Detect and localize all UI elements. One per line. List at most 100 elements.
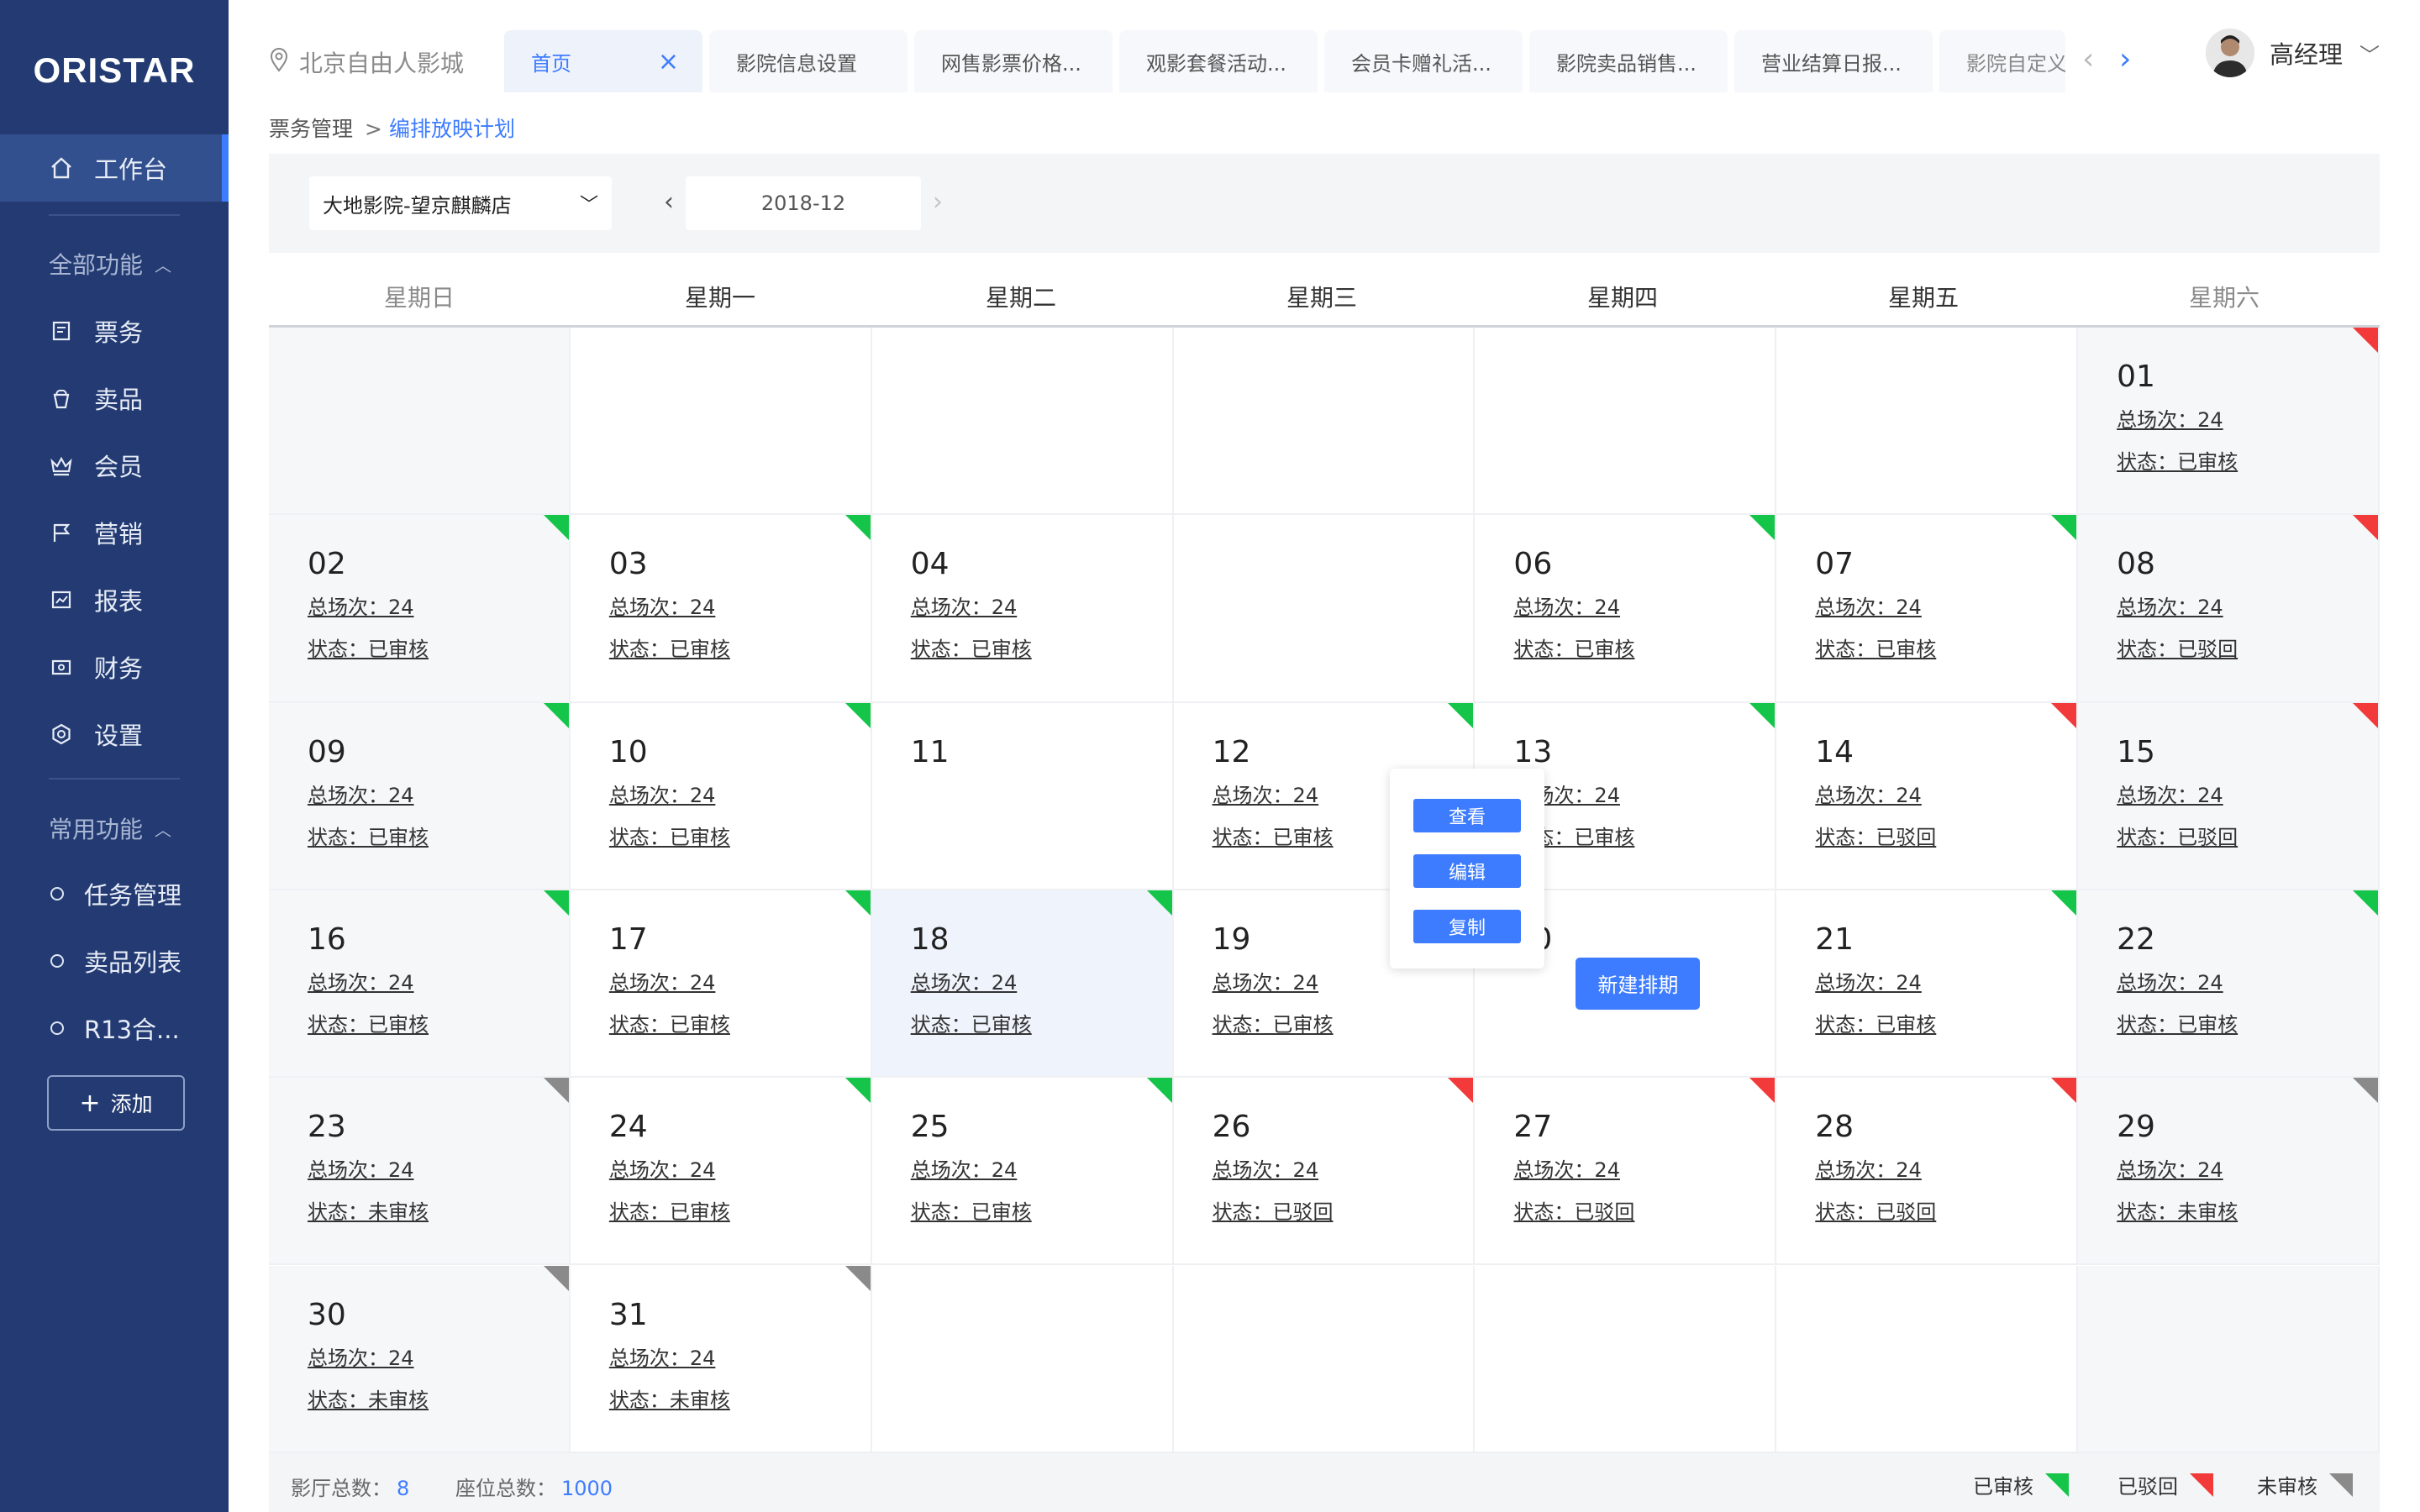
total-sessions-link[interactable]: 总场次：24 bbox=[1815, 779, 1922, 808]
total-sessions-link[interactable]: 总场次：24 bbox=[911, 591, 1018, 620]
total-sessions-link[interactable]: 总场次：24 bbox=[1815, 1153, 1922, 1183]
status-link[interactable]: 状态：已审核 bbox=[911, 1008, 1032, 1037]
status-link[interactable]: 状态：已审核 bbox=[911, 633, 1032, 662]
status-link[interactable]: 状态：已审核 bbox=[911, 1195, 1032, 1225]
calendar-day-cell[interactable] bbox=[1475, 1265, 1777, 1453]
calendar-day-cell[interactable] bbox=[570, 328, 872, 516]
calendar-day-cell[interactable] bbox=[1173, 515, 1476, 703]
sidebar-item-workbench[interactable]: 工作台 bbox=[0, 134, 229, 202]
total-sessions-link[interactable]: 总场次：24 bbox=[1513, 1153, 1620, 1183]
cinema-location[interactable]: 北京自由人影城 bbox=[269, 45, 464, 79]
calendar-day-cell[interactable] bbox=[1776, 1265, 2079, 1453]
tab-package-activity[interactable]: 观影套餐活动... bbox=[1119, 30, 1318, 92]
calendar-day-cell[interactable]: 04 总场次：24 状态：已审核 bbox=[871, 515, 1174, 703]
calendar-day-cell[interactable]: 02 总场次：24 状态：已审核 bbox=[269, 515, 571, 703]
calendar-day-cell[interactable] bbox=[1776, 328, 2079, 516]
calendar-day-cell[interactable]: 15 总场次：24 状态：已驳回 bbox=[2078, 702, 2380, 890]
calendar-day-cell[interactable] bbox=[1173, 328, 1476, 516]
tab-daily-report[interactable]: 营业结算日报... bbox=[1734, 30, 1933, 92]
status-link[interactable]: 状态：已驳回 bbox=[2117, 633, 2238, 662]
tab-online-price[interactable]: 网售影票价格... bbox=[914, 30, 1113, 92]
calendar-day-cell[interactable]: 07 总场次：24 状态：已审核 bbox=[1776, 515, 2079, 703]
calendar-day-cell[interactable] bbox=[269, 328, 571, 516]
new-schedule-button[interactable]: 新建排期 bbox=[1576, 957, 1701, 1010]
close-icon[interactable]: × bbox=[658, 47, 679, 76]
sidebar-group-common-functions[interactable]: 常用功能 ︿ bbox=[49, 811, 171, 845]
copy-button[interactable]: 复制 bbox=[1413, 910, 1521, 943]
view-button[interactable]: 查看 bbox=[1413, 799, 1521, 832]
total-sessions-link[interactable]: 总场次：24 bbox=[1213, 779, 1319, 808]
total-sessions-link[interactable]: 总场次：24 bbox=[609, 966, 716, 995]
status-link[interactable]: 状态：未审核 bbox=[308, 1195, 429, 1225]
status-link[interactable]: 状态：已驳回 bbox=[1213, 1195, 1334, 1225]
status-link[interactable]: 状态：已审核 bbox=[1213, 821, 1334, 850]
status-link[interactable]: 状态：已审核 bbox=[609, 1195, 730, 1225]
tab-goods-sales[interactable]: 影院卖品销售... bbox=[1529, 30, 1728, 92]
status-link[interactable]: 状态：未审核 bbox=[2117, 1195, 2238, 1225]
status-link[interactable]: 状态：已审核 bbox=[308, 1008, 429, 1037]
sidebar-item-settings[interactable]: 设置 bbox=[0, 701, 229, 768]
sidebar-item-finance[interactable]: 财务 bbox=[0, 633, 229, 701]
calendar-day-cell[interactable]: 31 总场次：24 状态：未审核 bbox=[570, 1265, 872, 1453]
total-sessions-link[interactable]: 总场次：24 bbox=[1513, 591, 1620, 620]
status-link[interactable]: 状态：已驳回 bbox=[2117, 821, 2238, 850]
total-sessions-link[interactable]: 总场次：24 bbox=[308, 591, 414, 620]
calendar-day-cell[interactable]: 14 总场次：24 状态：已驳回 bbox=[1776, 702, 2079, 890]
sidebar-item-task-management[interactable]: 任务管理 bbox=[0, 860, 229, 927]
calendar-day-cell[interactable]: 09 总场次：24 状态：已审核 bbox=[269, 702, 571, 890]
prev-month-button[interactable]: ‹ bbox=[664, 187, 674, 217]
sidebar-item-member[interactable]: 会员 bbox=[0, 432, 229, 499]
status-link[interactable]: 状态：已审核 bbox=[1815, 633, 1936, 662]
total-sessions-link[interactable]: 总场次：24 bbox=[2117, 966, 2223, 995]
total-sessions-link[interactable]: 总场次：24 bbox=[2117, 1153, 2223, 1183]
total-sessions-link[interactable]: 总场次：24 bbox=[609, 1153, 716, 1183]
edit-button[interactable]: 编辑 bbox=[1413, 854, 1521, 888]
calendar-day-cell[interactable]: 25 总场次：24 状态：已审核 bbox=[871, 1078, 1174, 1266]
status-link[interactable]: 状态：已审核 bbox=[308, 633, 429, 662]
calendar-day-cell[interactable] bbox=[1173, 1265, 1476, 1453]
sidebar-item-reports[interactable]: 报表 bbox=[0, 566, 229, 633]
status-link[interactable]: 状态：已审核 bbox=[609, 1008, 730, 1037]
total-sessions-link[interactable]: 总场次：24 bbox=[609, 779, 716, 808]
calendar-day-cell[interactable]: 22 总场次：24 状态：已审核 bbox=[2078, 890, 2380, 1079]
chevron-right-icon[interactable]: › bbox=[2119, 42, 2131, 76]
total-sessions-link[interactable]: 总场次：24 bbox=[308, 1153, 414, 1183]
calendar-day-cell[interactable]: 11 bbox=[871, 702, 1174, 890]
status-link[interactable]: 状态：已审核 bbox=[609, 821, 730, 850]
chevron-left-icon[interactable]: ‹ bbox=[2082, 42, 2094, 76]
breadcrumb-parent[interactable]: 票务管理 bbox=[269, 117, 353, 141]
calendar-day-cell[interactable]: 18 总场次：24 状态：已审核 bbox=[871, 890, 1174, 1079]
calendar-day-cell[interactable]: 30 总场次：24 状态：未审核 bbox=[269, 1265, 571, 1453]
total-sessions-link[interactable]: 总场次：24 bbox=[2117, 591, 2223, 620]
status-link[interactable]: 状态：已驳回 bbox=[1815, 1195, 1936, 1225]
calendar-day-cell[interactable]: 01 总场次：24 状态：已审核 bbox=[2078, 328, 2380, 516]
calendar-day-cell[interactable]: 23 总场次：24 状态：未审核 bbox=[269, 1078, 571, 1266]
total-sessions-link[interactable]: 总场次：24 bbox=[1213, 966, 1319, 995]
calendar-day-cell[interactable] bbox=[2078, 1265, 2380, 1453]
status-link[interactable]: 状态：已审核 bbox=[609, 633, 730, 662]
calendar-day-cell[interactable]: 16 总场次：24 状态：已审核 bbox=[269, 890, 571, 1079]
status-link[interactable]: 状态：已驳回 bbox=[1513, 1195, 1634, 1225]
calendar-day-cell[interactable]: 29 总场次：24 状态：未审核 bbox=[2078, 1078, 2380, 1266]
total-sessions-link[interactable]: 总场次：24 bbox=[609, 591, 716, 620]
calendar-day-cell[interactable]: 24 总场次：24 状态：已审核 bbox=[570, 1078, 872, 1266]
month-picker[interactable]: 2018-12 bbox=[686, 176, 921, 230]
sidebar-item-marketing[interactable]: 营销 bbox=[0, 499, 229, 566]
total-sessions-link[interactable]: 总场次：24 bbox=[609, 1341, 716, 1371]
calendar-day-cell[interactable]: 28 总场次：24 状态：已驳回 bbox=[1776, 1078, 2079, 1266]
status-link[interactable]: 状态：已审核 bbox=[2117, 1008, 2238, 1037]
calendar-day-cell[interactable]: 10 总场次：24 状态：已审核 bbox=[570, 702, 872, 890]
total-sessions-link[interactable]: 总场次：24 bbox=[2117, 403, 2223, 433]
status-link[interactable]: 状态：已审核 bbox=[308, 821, 429, 850]
status-link[interactable]: 状态：已驳回 bbox=[1815, 821, 1936, 850]
calendar-day-cell[interactable]: 06 总场次：24 状态：已审核 bbox=[1475, 515, 1777, 703]
sidebar-item-r13[interactable]: R13合... bbox=[0, 995, 229, 1062]
sidebar-item-goods[interactable]: 卖品 bbox=[0, 365, 229, 432]
total-sessions-link[interactable]: 总场次：24 bbox=[308, 1341, 414, 1371]
calendar-day-cell[interactable] bbox=[1475, 328, 1777, 516]
status-link[interactable]: 状态：已审核 bbox=[1815, 1008, 1936, 1037]
calendar-day-cell[interactable]: 27 总场次：24 状态：已驳回 bbox=[1475, 1078, 1777, 1266]
tab-member-gift[interactable]: 会员卡赠礼活... bbox=[1324, 30, 1523, 92]
calendar-day-cell[interactable]: 17 总场次：24 状态：已审核 bbox=[570, 890, 872, 1079]
total-sessions-link[interactable]: 总场次：24 bbox=[1213, 1153, 1319, 1183]
